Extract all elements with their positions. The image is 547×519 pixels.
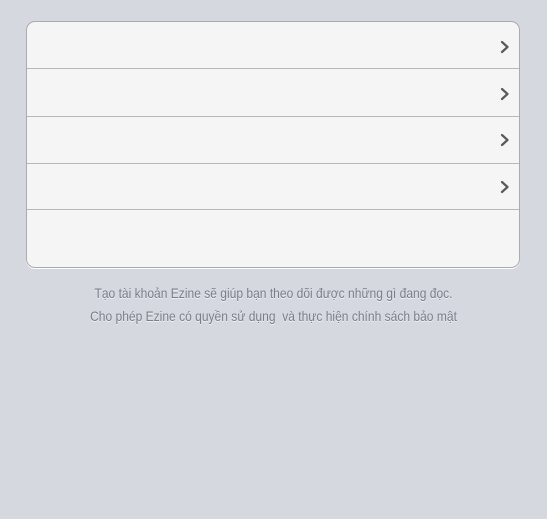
chevron-right-icon (499, 180, 511, 194)
account-settings-screen: Tạo tài khoản Ezine sẽ giúp bạn theo dõi… (0, 0, 547, 519)
table-row[interactable] (27, 210, 519, 267)
chevron-right-icon (499, 40, 511, 54)
settings-table-group (26, 21, 520, 268)
table-row[interactable] (27, 164, 519, 210)
table-row[interactable] (27, 22, 519, 69)
chevron-right-icon (499, 87, 511, 101)
account-info-text: Tạo tài khoản Ezine sẽ giúp bạn theo dõi… (0, 282, 547, 328)
table-row[interactable] (27, 69, 519, 117)
table-row[interactable] (27, 117, 519, 164)
info-line-1: Tạo tài khoản Ezine sẽ giúp bạn theo dõi… (94, 285, 453, 301)
chevron-right-icon (499, 133, 511, 147)
info-line-2: Cho phép Ezine có quyền sử dụng và thực … (90, 308, 457, 324)
